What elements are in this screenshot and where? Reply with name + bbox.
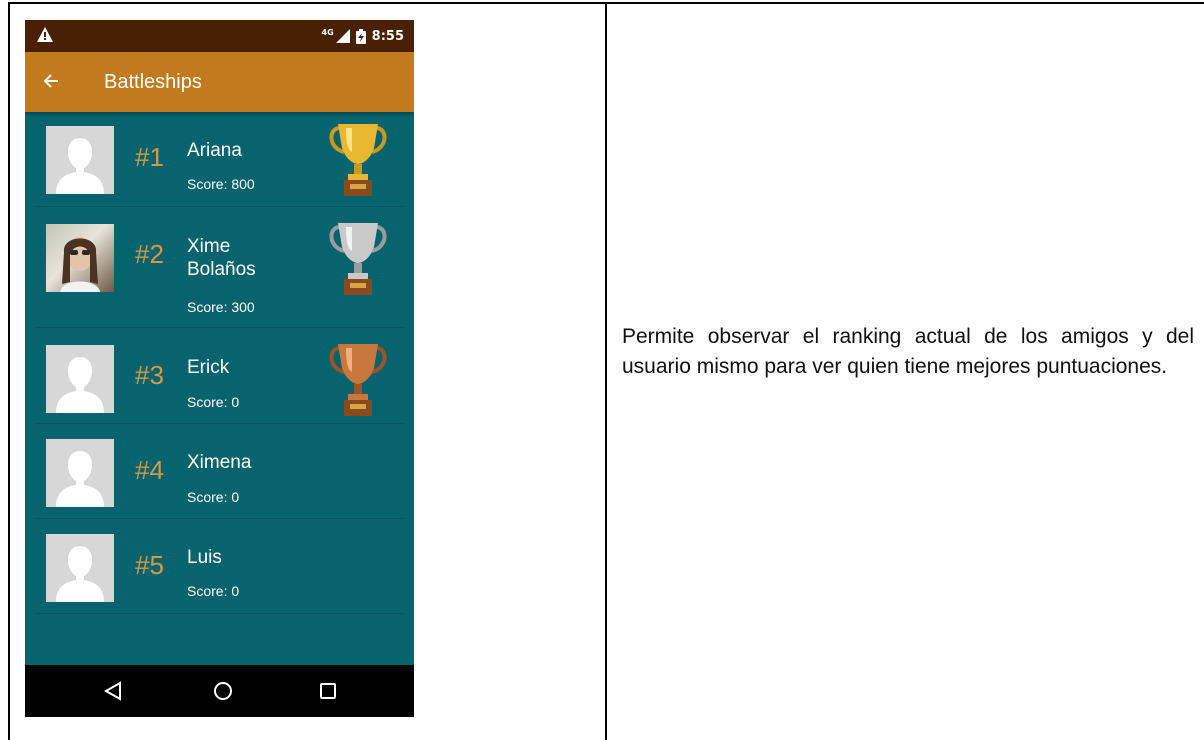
player-name: Ariana (187, 140, 242, 161)
nav-back-icon[interactable] (104, 681, 122, 701)
feature-description: Permite observar el ranking actual de lo… (622, 325, 1194, 378)
arrow-back-icon[interactable] (43, 73, 59, 89)
rank-label: #5 (135, 550, 164, 580)
status-bar: 4G 8:55 (25, 20, 414, 52)
default-avatar-icon (46, 345, 114, 413)
rank-label: #3 (135, 360, 164, 390)
warning-icon (37, 27, 53, 42)
leaderboard-list: #1 Ariana Score: 800 #2 Xime Bolaños Sco… (25, 112, 414, 614)
status-time: 8:55 (371, 28, 404, 44)
player-score: Score: 0 (187, 583, 240, 599)
rank-label: #1 (135, 142, 164, 172)
battery-icon (355, 28, 366, 44)
app-bar: Battleships (25, 52, 414, 112)
leaderboard-row[interactable]: #5 Luis Score: 0 (35, 519, 404, 614)
app-title: Battleships (104, 71, 202, 93)
player-score: Score: 0 (187, 394, 240, 410)
leaderboard-row[interactable]: #1 Ariana Score: 800 (35, 112, 404, 207)
default-avatar-icon (46, 126, 114, 194)
default-avatar-icon (46, 439, 114, 507)
player-score: Score: 300 (187, 299, 255, 315)
table-column-divider (605, 2, 607, 740)
signal-icon (335, 29, 350, 43)
player-name: Xime Bolaños (187, 236, 256, 280)
silver-trophy-icon (329, 223, 387, 295)
network-type-label: 4G (321, 27, 334, 37)
android-nav-bar (25, 665, 414, 717)
leaderboard-row[interactable]: #3 Erick Score: 0 (35, 328, 404, 424)
rank-label: #4 (135, 455, 164, 485)
default-avatar-icon (46, 534, 114, 602)
user-photo-avatar (46, 224, 114, 292)
leaderboard-row[interactable]: #4 Ximena Score: 0 (35, 424, 404, 519)
nav-recents-icon[interactable] (319, 682, 337, 700)
player-name: Luis (187, 547, 222, 568)
phone-screenshot: 4G 8:55 Battleships #1 Ariana Score: 800… (25, 20, 414, 717)
player-score: Score: 800 (187, 176, 255, 192)
leaderboard-row[interactable]: #2 Xime Bolaños Score: 300 (35, 207, 404, 328)
player-name: Erick (187, 357, 230, 378)
rank-label: #2 (135, 239, 164, 269)
player-name: Ximena (187, 452, 252, 473)
bronze-trophy-icon (329, 344, 387, 416)
player-score: Score: 0 (187, 489, 240, 505)
gold-trophy-icon (329, 124, 387, 196)
nav-home-icon[interactable] (213, 681, 233, 701)
